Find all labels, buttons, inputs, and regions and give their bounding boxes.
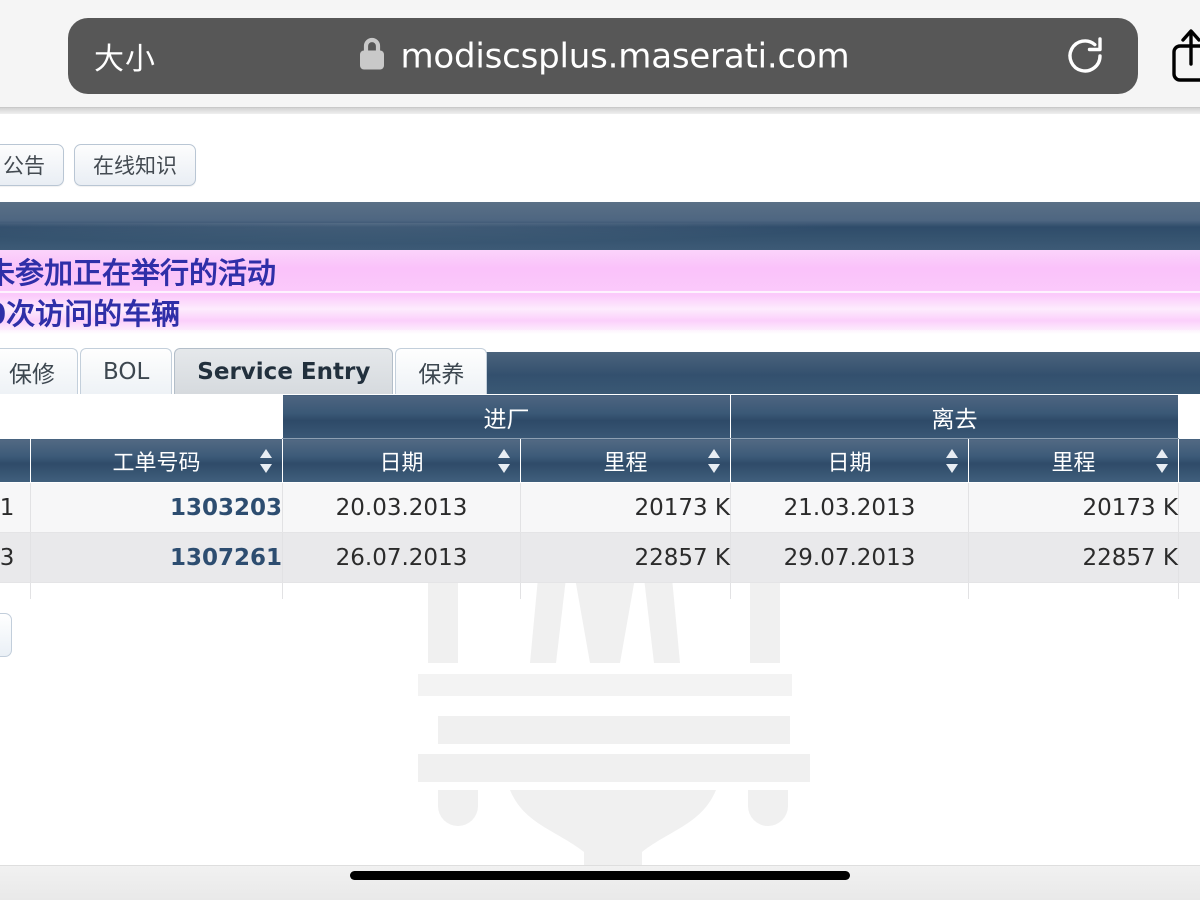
column-header-entry-date[interactable]: 日期 [282, 438, 521, 483]
alert-banner-bottom-edge [0, 330, 1200, 334]
tab-label: Service Entry [197, 358, 371, 385]
content-tab-list[interactable]: 保修 BOL Service Entry 保养 [0, 348, 489, 394]
sort-arrows-icon [1156, 448, 1168, 473]
column-header-exit-date[interactable]: 日期 [730, 438, 969, 483]
group-header-spacer [0, 394, 31, 439]
cell-work-order[interactable]: 1303203 [30, 482, 283, 533]
column-header-exit-mileage[interactable]: 里程 [968, 438, 1179, 483]
tab-warranty[interactable]: 保修 [0, 348, 78, 394]
tab-label: 保养 [418, 361, 465, 388]
tab-label: 保修 [9, 361, 55, 388]
cell-entry-mileage: 20173 K [520, 482, 731, 533]
cell-exit-mileage: 22857 K [968, 532, 1179, 583]
alert-banner: 未参加正在举行的活动 0次访问的车辆 [0, 250, 1200, 332]
cell-exit-date: 21.03.2013 [730, 482, 969, 533]
column-header-label: 工单号码 [112, 450, 201, 476]
column-header-label: 日期 [827, 450, 872, 476]
navy-header-band [0, 202, 1200, 250]
footer-cell [30, 582, 283, 599]
top-tab-group[interactable]: 公告 在线知识 [0, 144, 196, 186]
footer-cell [968, 582, 1179, 599]
group-header-departure: 离去 [730, 394, 1179, 439]
home-indicator[interactable] [350, 871, 850, 880]
alert-line-2[interactable]: 0次访问的车辆 [0, 291, 1200, 332]
service-entry-table: 进厂 离去 工单号码 日期 里程 日期 里程 1 1303203 20.03.2… [0, 394, 1200, 599]
column-header-label: 日期 [379, 450, 424, 476]
group-header-spacer-workorder [30, 394, 283, 439]
table-footer-row [0, 582, 1200, 599]
top-tab-label: 在线知识 [93, 154, 177, 178]
tab-bol[interactable]: BOL [80, 348, 173, 394]
cell-row-id: 933 [0, 532, 31, 583]
cell-overflow [1178, 532, 1200, 583]
table-row[interactable]: 933 1307261 26.07.2013 22857 K 29.07.201… [0, 532, 1200, 583]
service-entry-table-wrapper: 进厂 离去 工单号码 日期 里程 日期 里程 1 1303203 20.03.2… [0, 394, 1200, 599]
address-bar[interactable]: 大小 modiscsplus.maserati.com [68, 18, 1138, 94]
top-tab-announcements[interactable]: 公告 [0, 144, 64, 186]
table-column-header-row: 工单号码 日期 里程 日期 里程 [0, 438, 1200, 483]
tab-service-entry[interactable]: Service Entry [174, 348, 394, 394]
group-header-entry: 进厂 [282, 394, 731, 439]
sort-arrows-icon [708, 448, 720, 473]
top-tab-online-knowledge[interactable]: 在线知识 [74, 144, 196, 186]
cell-work-order[interactable]: 1307261 [30, 532, 283, 583]
sort-arrows-icon [498, 448, 510, 473]
column-header-label: 里程 [603, 450, 648, 476]
tab-label: BOL [103, 358, 150, 385]
footer-cell [0, 583, 31, 599]
column-header-work-order[interactable]: 工单号码 [30, 438, 283, 483]
reload-icon[interactable] [1062, 33, 1108, 79]
browser-chrome: 大小 modiscsplus.maserati.com [0, 0, 1200, 108]
tab-maintenance[interactable]: 保养 [395, 348, 488, 394]
column-header-select[interactable] [0, 438, 31, 483]
cell-entry-date: 20.03.2013 [282, 482, 521, 533]
alert-line-1[interactable]: 未参加正在举行的活动 [0, 250, 1200, 291]
cell-exit-date: 29.07.2013 [730, 532, 969, 583]
page-top-separator [0, 108, 1200, 114]
column-header-entry-mileage[interactable]: 里程 [520, 438, 731, 483]
top-tab-label: 公告 [3, 154, 45, 178]
cell-exit-mileage: 20173 K [968, 482, 1179, 533]
sort-arrows-icon [946, 448, 958, 473]
cell-entry-date: 26.07.2013 [282, 532, 521, 583]
content-tab-strip-navy-fill [460, 352, 1200, 394]
maserati-watermark [370, 578, 840, 865]
address-bar-url-group[interactable]: modiscsplus.maserati.com [68, 36, 1138, 77]
footer-cell [1178, 582, 1200, 599]
left-edge-button[interactable] [0, 613, 12, 657]
url-text[interactable]: modiscsplus.maserati.com [401, 36, 850, 76]
column-header-overflow[interactable] [1178, 438, 1200, 483]
cell-overflow [1178, 482, 1200, 533]
footer-cell [730, 582, 969, 599]
sort-arrows-icon [260, 448, 272, 473]
column-header-label: 里程 [1051, 450, 1096, 476]
footer-cell [520, 582, 731, 599]
content-tab-strip: 保修 BOL Service Entry 保养 [0, 348, 1200, 394]
web-page-viewport: 公告 在线知识 未参加正在举行的活动 0次访问的车辆 保修 BOL Servic… [0, 108, 1200, 865]
group-header-spacer-right [1178, 394, 1200, 439]
table-row[interactable]: 731 1303203 20.03.2013 20173 K 21.03.201… [0, 482, 1200, 533]
table-group-header-row: 进厂 离去 [0, 394, 1200, 439]
cell-entry-mileage: 22857 K [520, 532, 731, 583]
footer-cell [282, 582, 521, 599]
lock-icon [357, 36, 387, 77]
share-icon[interactable] [1172, 26, 1200, 84]
cell-row-id: 731 [0, 482, 31, 533]
